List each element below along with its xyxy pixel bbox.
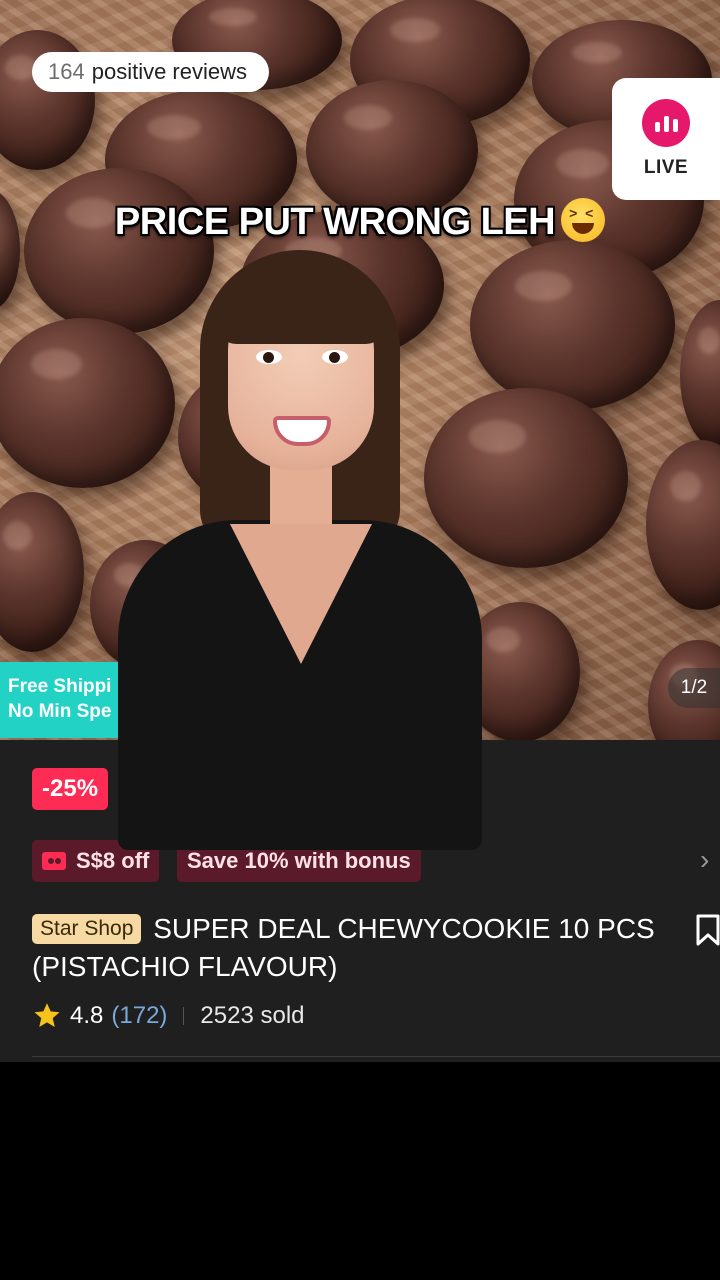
live-bars-icon (642, 99, 690, 147)
image-page-indicator: 1/2 (668, 668, 720, 708)
shipping-line-1: Free Shippi (8, 676, 112, 697)
right-eye (322, 350, 348, 364)
positive-reviews-pill: 164 positive reviews (32, 52, 269, 92)
divider (183, 1007, 185, 1025)
discount-badge: -25% (32, 768, 109, 810)
live-label: LIVE (643, 157, 689, 178)
ticket-icon (42, 852, 66, 870)
live-button[interactable]: LIVE (612, 78, 720, 200)
left-eye (256, 350, 282, 364)
rating-row[interactable]: 4.8 (172) 2523 sold (32, 998, 305, 1034)
star-shop-badge: Star Shop (32, 914, 142, 944)
rating-value: 4.8 (70, 1002, 104, 1029)
presenter (110, 240, 490, 850)
chevron-right-icon[interactable]: › (700, 846, 709, 874)
rating-count: (172) (111, 1002, 168, 1029)
video-caption: PRICE PUT WRONG LEH (0, 198, 720, 244)
reviews-label: positive reviews (91, 59, 247, 84)
product-title[interactable]: Star Shop SUPER DEAL CHEWYCOOKIE 10 PCS … (32, 910, 682, 986)
sold-count: 2523 sold (200, 1002, 305, 1029)
grinning-squinting-face-emoji-icon (561, 198, 606, 242)
section-divider (32, 1056, 720, 1057)
coupon-label: S$8 off (76, 848, 150, 873)
caption-text: PRICE PUT WRONG LEH (114, 201, 556, 243)
reviews-count: 164 (48, 59, 85, 84)
star-icon (34, 1003, 60, 1027)
shipping-line-2: No Min Spe (8, 701, 112, 722)
bookmark-icon[interactable] (696, 914, 720, 946)
cookie (470, 240, 675, 410)
free-shipping-badge: Free Shippi No Min Spe (0, 662, 120, 738)
coupon-label: Save 10% with bonus (187, 848, 411, 873)
